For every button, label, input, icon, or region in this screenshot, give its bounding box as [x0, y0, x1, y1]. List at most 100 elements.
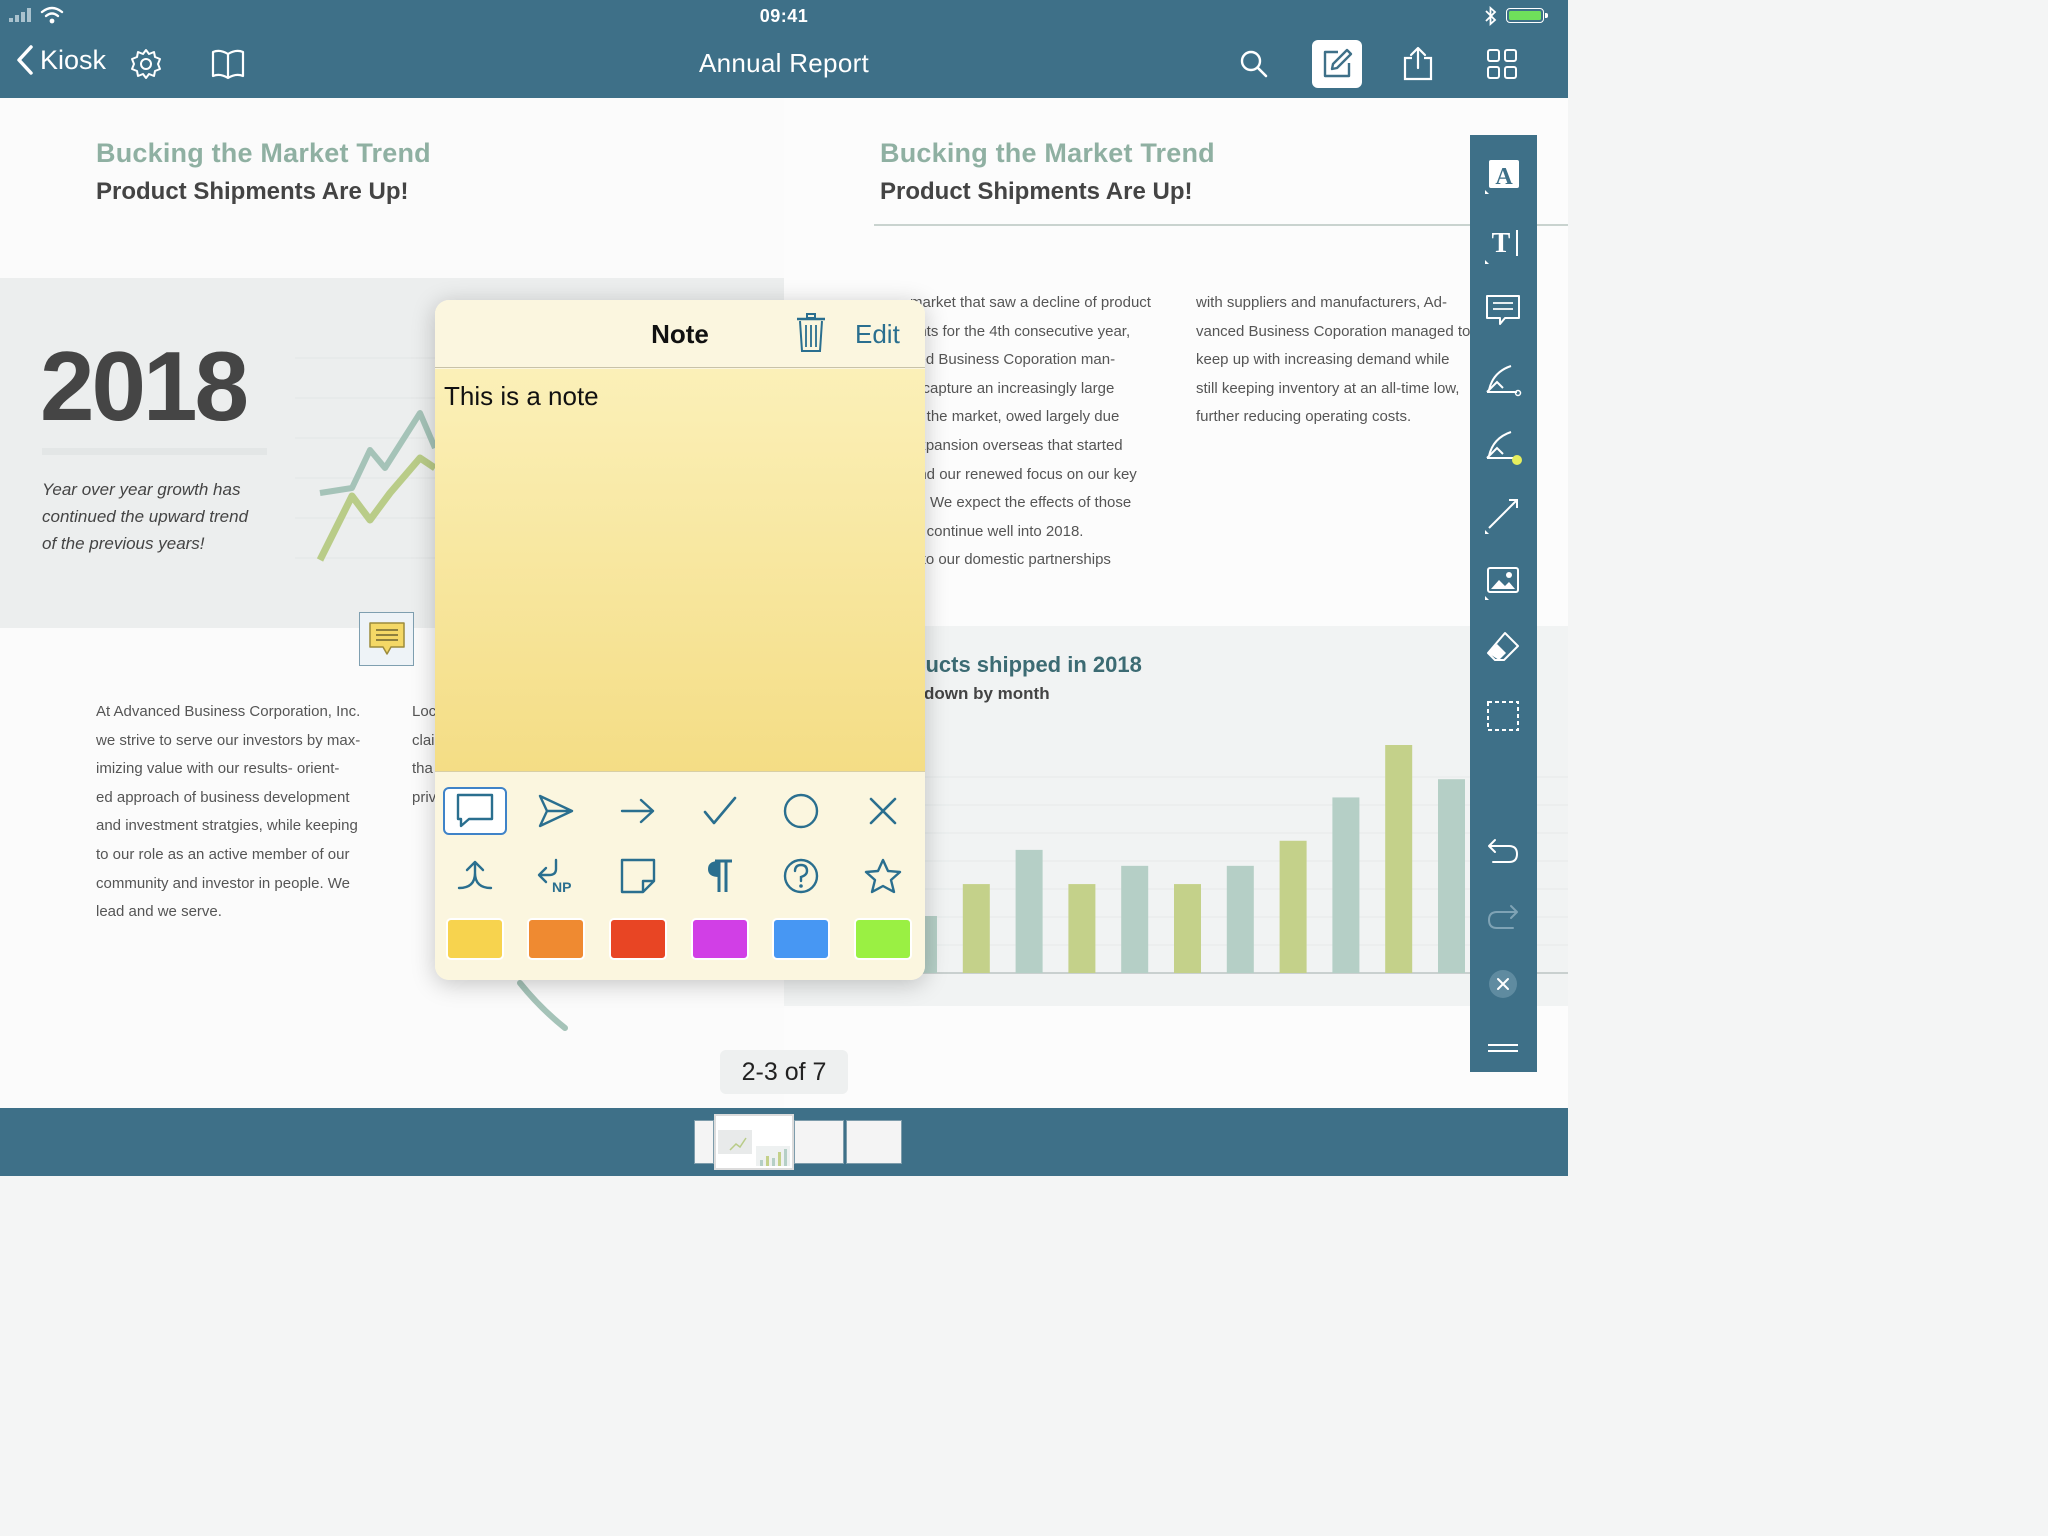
- new-paragraph-icon: NP: [537, 858, 571, 895]
- thumbnail-pages-4-5[interactable]: [794, 1120, 844, 1164]
- circle-icon: [783, 793, 819, 829]
- color-swatch-yellow[interactable]: [446, 918, 504, 960]
- sticky-note-icon: [620, 858, 656, 894]
- page-indicator: 2-3 of 7: [720, 1050, 848, 1094]
- icon-option-insert[interactable]: [443, 852, 507, 900]
- svg-text:A: A: [1495, 164, 1513, 190]
- checkmark-icon: [703, 796, 737, 825]
- icon-option-help[interactable]: [769, 852, 833, 900]
- text-box-icon: A: [1485, 160, 1519, 194]
- chart-bar: [1438, 779, 1465, 973]
- chart-bar: [1332, 797, 1360, 973]
- color-swatch-red[interactable]: [609, 918, 667, 960]
- icon-option-sticky-note[interactable]: [606, 852, 670, 900]
- nav-bar: Kiosk Annual Report: [0, 30, 1568, 98]
- color-swatch-green[interactable]: [854, 918, 912, 960]
- trash-icon: [797, 313, 825, 352]
- left-body-column-1: At Advanced Business Corporation, Inc. w…: [96, 703, 361, 921]
- bluetooth-icon: [1485, 6, 1497, 26]
- note-comment-icon: [368, 622, 405, 655]
- image-tool[interactable]: [1478, 555, 1528, 605]
- pen-tool[interactable]: [1478, 353, 1528, 403]
- note-icon: [1486, 295, 1520, 325]
- chart-bar: [1279, 840, 1307, 973]
- chart-bar: [1121, 865, 1149, 973]
- icon-option-new-paragraph[interactable]: NP: [524, 852, 588, 900]
- line-tool[interactable]: [1478, 489, 1528, 539]
- handle-icon: [1488, 1044, 1518, 1052]
- annotation-tool-palette: A T: [1470, 135, 1537, 1072]
- icon-option-arrow[interactable]: [606, 787, 670, 835]
- redo-button[interactable]: [1478, 891, 1528, 941]
- icon-option-cross[interactable]: [851, 787, 915, 835]
- undo-icon: [1488, 839, 1518, 863]
- text-box-tool[interactable]: A: [1478, 151, 1528, 201]
- highlighter-icon: [1486, 431, 1522, 465]
- selection-tool[interactable]: [1478, 691, 1528, 741]
- icon-option-check[interactable]: [688, 787, 752, 835]
- icon-option-circle[interactable]: [769, 787, 833, 835]
- selection-icon: [1487, 701, 1519, 731]
- paragraph-icon: [708, 859, 732, 892]
- image-icon: [1485, 567, 1519, 600]
- paper-plane-icon: [538, 794, 574, 828]
- annotate-icon: [1323, 48, 1353, 78]
- undo-button[interactable]: [1478, 825, 1528, 875]
- right-heading-rule: [874, 224, 1568, 226]
- left-subheading: Product Shipments Are Up!: [96, 178, 409, 205]
- comment-icon: [456, 793, 494, 828]
- color-swatch-blue[interactable]: [772, 918, 830, 960]
- close-palette-button[interactable]: [1478, 959, 1528, 1009]
- search-button[interactable]: [1234, 44, 1274, 84]
- delete-note-button[interactable]: [795, 312, 827, 359]
- svg-text:T: T: [1492, 228, 1511, 259]
- icon-option-paper-plane[interactable]: [524, 787, 588, 835]
- arrow-right-icon: [620, 798, 655, 824]
- chart-bar: [1015, 849, 1043, 973]
- color-swatch-purple[interactable]: [691, 918, 749, 960]
- chart-bar: [1174, 884, 1201, 973]
- icon-option-paragraph[interactable]: [688, 852, 752, 900]
- eraser-tool[interactable]: [1478, 623, 1528, 673]
- note-annotation-marker[interactable]: [359, 612, 414, 666]
- svg-text:NP: NP: [552, 879, 571, 895]
- chart-bar: [1226, 865, 1254, 973]
- note-tool[interactable]: [1478, 285, 1528, 335]
- grid-icon: [1487, 49, 1517, 79]
- search-icon: [1240, 50, 1268, 78]
- note-header: Note Edit: [435, 300, 925, 368]
- growth-quote: Year over year growth has continued the …: [42, 480, 249, 553]
- edit-note-button[interactable]: Edit: [855, 319, 900, 350]
- highlighter-tool[interactable]: [1478, 421, 1528, 471]
- color-swatch-orange[interactable]: [527, 918, 585, 960]
- year-rule: [42, 448, 267, 455]
- right-subheading: Product Shipments Are Up!: [880, 178, 1193, 205]
- share-icon: [1403, 46, 1433, 81]
- help-icon: [783, 858, 819, 894]
- close-icon: [1489, 970, 1517, 998]
- typewriter-tool[interactable]: T: [1478, 219, 1528, 269]
- annotate-button[interactable]: [1312, 40, 1362, 88]
- cross-icon: [869, 797, 897, 825]
- note-text: This is a note: [444, 381, 599, 411]
- thumbnail-strip[interactable]: [0, 1108, 1568, 1176]
- redo-icon: [1488, 905, 1518, 929]
- shipments-bar-chart: [904, 745, 1568, 974]
- palette-drag-handle[interactable]: [1478, 1023, 1528, 1073]
- icon-option-star[interactable]: [851, 852, 915, 900]
- share-button[interactable]: [1398, 44, 1438, 84]
- thumbnail-page-1[interactable]: [694, 1120, 714, 1164]
- thumbnail-preview-graphic: [718, 1130, 790, 1166]
- status-bar: 09:41: [0, 0, 1568, 30]
- typewriter-icon: T: [1485, 228, 1518, 264]
- thumbnail-pages-2-3[interactable]: [714, 1114, 794, 1170]
- note-text-area[interactable]: This is a note: [435, 369, 925, 772]
- line-icon: [1485, 499, 1518, 534]
- thumbnails-grid-button[interactable]: [1482, 44, 1522, 84]
- thumbnail-pages-6-7[interactable]: [846, 1120, 902, 1164]
- right-body-column-1: market that saw a decline of product ent…: [910, 294, 1151, 569]
- icon-option-comment[interactable]: [443, 787, 507, 835]
- note-popover: Note Edit This is a note NP: [435, 300, 925, 980]
- chart-bar: [962, 884, 990, 973]
- left-body-column-2: Loc clai tha priv: [412, 703, 437, 806]
